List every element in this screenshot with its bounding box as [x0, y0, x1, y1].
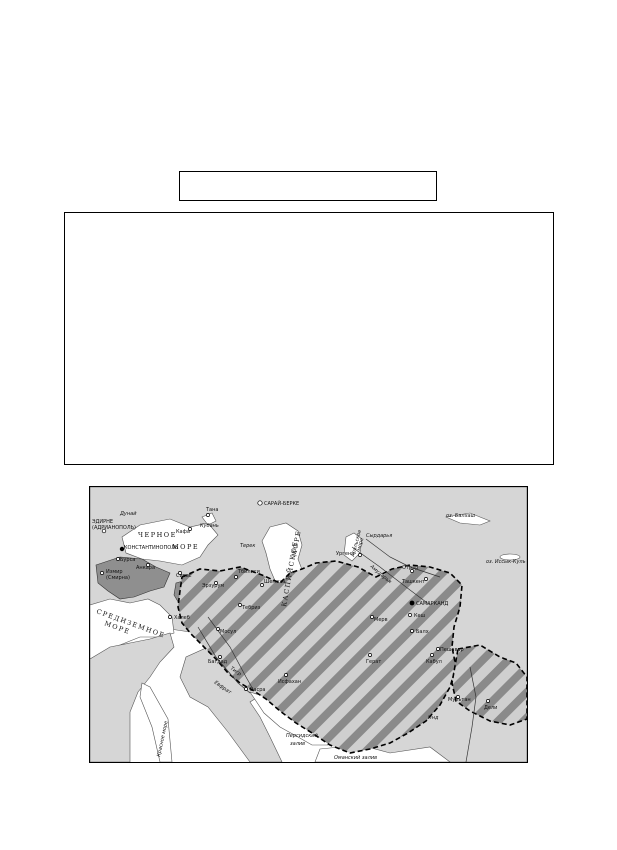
city-label-erzurum: Эрзурум [202, 583, 224, 589]
balkhash-label: оз. Балхаш [446, 513, 476, 519]
city-dot-basra [244, 687, 248, 691]
city-label-dalep: Халеб [174, 615, 190, 621]
city-dot-kesh [408, 613, 412, 617]
river-label-syrdarya: Сырдарья [366, 533, 392, 539]
river-label-terek: Терек [240, 543, 255, 549]
city-label-baghdad: Багдад [208, 659, 228, 665]
black-sea-label-1: ЧЕРНОЕ [138, 531, 177, 539]
oman-gulf-label: Оманский залив [334, 755, 377, 761]
city-label-merv: Мерв [374, 617, 388, 623]
city-label-ankara: Анкара [136, 565, 155, 571]
city-label-kabul: Кабул [426, 659, 442, 665]
city-label-urgench: Ургенч [336, 551, 354, 557]
city-label-kaffa: Кафа [176, 529, 190, 535]
city-label-mosul: Мосул [220, 629, 236, 635]
persian-gulf-label-2: залив [290, 741, 305, 747]
city-dot-urgench [358, 553, 362, 557]
city-label-kesh: Кеш [414, 613, 426, 619]
city-label-sivas: Сивас [176, 573, 192, 579]
city-label-tbilisi: Тбилиси [237, 569, 260, 575]
persian-gulf-label-1: Персидский [286, 733, 318, 739]
city-label-tana: Тана [205, 507, 218, 513]
city-label-constantinople: КОНСТАНТИНОПОЛЬ [124, 545, 179, 551]
city-label-tabriz: Тебриз [241, 605, 261, 611]
city-label-balkh: Балх [416, 629, 429, 635]
city-dot-balkh [410, 629, 414, 633]
city-dot-delhi [486, 699, 490, 703]
city-label-delhi: Дели [484, 705, 497, 711]
river-label-ind: Инд [428, 715, 439, 721]
city-dot-sarai [257, 500, 263, 506]
city-label-peshawar: Пешавар [440, 647, 464, 653]
city-label-edirne-2: (АДРИАНОПОЛЬ) [92, 525, 136, 531]
city-label-sarai: САРАЙ-БЕРКЕ [264, 500, 299, 507]
city-label-otrar: Отрар [402, 565, 418, 571]
city-label-isfahan: Исфахан [278, 679, 301, 685]
city-label-tashkent: Ташкент [401, 579, 425, 585]
city-dot-izmir [100, 571, 104, 575]
city-label-basra: Басра [250, 687, 265, 693]
city-dot-herat [368, 653, 372, 657]
city-dot-kabul [430, 653, 434, 657]
city-label-bursa: Бурса [120, 557, 135, 563]
river-label-dunai: Дунай [119, 511, 137, 517]
city-dot-samarkand [409, 600, 415, 606]
city-dot-tana [206, 513, 210, 517]
city-dot-dalep [168, 615, 172, 619]
historical-map: ЧЕРНОЕ МОРЕ КАСПИЙСКОЕ МОРЕ Аральское мо… [89, 486, 528, 763]
city-label-kuban: Кубань [200, 523, 219, 529]
city-label-herat: Герат [366, 659, 381, 665]
city-label-shemakha: Шемаха [264, 579, 285, 585]
city-dot-tbilisi [234, 575, 238, 579]
city-label-multan: Мультан [448, 697, 471, 703]
issyk-kul-label: оз. Иссык-Куль [486, 559, 526, 565]
city-label-samarkand: САМАРКАНД [416, 601, 448, 607]
city-dot-isfahan [284, 673, 288, 677]
city-label-izmir-2: (Смирна) [106, 575, 130, 581]
answer-title-box[interactable] [179, 171, 437, 201]
answer-text-area[interactable] [64, 212, 554, 465]
map-svg: ЧЕРНОЕ МОРЕ КАСПИЙСКОЕ МОРЕ Аральское мо… [90, 487, 527, 762]
